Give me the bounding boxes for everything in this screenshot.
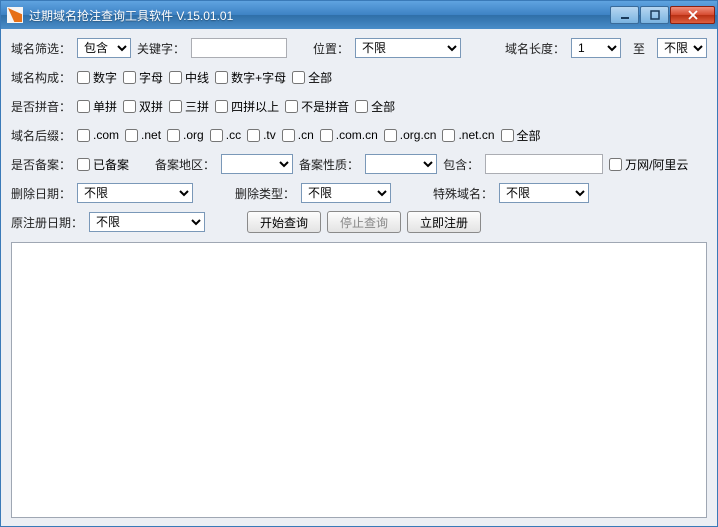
cb-beian[interactable]: 已备案 bbox=[77, 156, 129, 173]
orig-reg-select[interactable]: 不限 bbox=[89, 212, 205, 232]
cb-pin4plus[interactable]: 四拼以上 bbox=[215, 98, 279, 115]
start-button[interactable]: 开始查询 bbox=[247, 211, 321, 233]
region-select[interactable] bbox=[221, 154, 293, 174]
cb-letters[interactable]: 字母 bbox=[123, 69, 163, 86]
position-select[interactable]: 不限 bbox=[355, 38, 461, 58]
cb-net[interactable]: .net bbox=[125, 128, 161, 142]
cb-cn[interactable]: .cn bbox=[282, 128, 314, 142]
cb-hyphen[interactable]: 中线 bbox=[169, 69, 209, 86]
delete-date-select[interactable]: 不限 bbox=[77, 183, 193, 203]
cb-tv[interactable]: .tv bbox=[247, 128, 276, 142]
contain-label: 包含： bbox=[443, 156, 479, 173]
cb-pin1[interactable]: 单拼 bbox=[77, 98, 117, 115]
filter-label: 域名筛选： bbox=[11, 40, 71, 57]
cb-pin-all[interactable]: 全部 bbox=[355, 98, 395, 115]
delete-type-label: 删除类型： bbox=[235, 185, 295, 202]
nature-select[interactable] bbox=[365, 154, 437, 174]
length-to-select[interactable]: 不限 bbox=[657, 38, 707, 58]
cb-com[interactable]: .com bbox=[77, 128, 119, 142]
composition-label: 域名构成： bbox=[11, 69, 71, 86]
delete-type-select[interactable]: 不限 bbox=[301, 183, 391, 203]
cb-notpinyin[interactable]: 不是拼音 bbox=[285, 98, 349, 115]
results-area bbox=[11, 242, 707, 518]
length-label: 域名长度： bbox=[505, 40, 565, 57]
region-label: 备案地区： bbox=[155, 156, 215, 173]
cb-pin2[interactable]: 双拼 bbox=[123, 98, 163, 115]
to-label: 至 bbox=[627, 40, 651, 57]
delete-date-label: 删除日期： bbox=[11, 185, 71, 202]
cb-orgcn[interactable]: .org.cn bbox=[384, 128, 437, 142]
special-select[interactable]: 不限 bbox=[499, 183, 589, 203]
keyword-label: 关键字： bbox=[137, 40, 185, 57]
stop-button[interactable]: 停止查询 bbox=[327, 211, 401, 233]
cb-comp-all[interactable]: 全部 bbox=[292, 69, 332, 86]
length-from-select[interactable]: 1 bbox=[571, 38, 621, 58]
pinyin-label: 是否拼音： bbox=[11, 98, 71, 115]
cb-digits[interactable]: 数字 bbox=[77, 69, 117, 86]
cb-suffix-all[interactable]: 全部 bbox=[501, 127, 541, 144]
orig-reg-label: 原注册日期： bbox=[11, 214, 83, 231]
cb-digits-letters[interactable]: 数字+字母 bbox=[215, 69, 286, 86]
cb-wanwang[interactable]: 万网/阿里云 bbox=[609, 156, 688, 173]
cb-comcn[interactable]: .com.cn bbox=[320, 128, 378, 142]
cb-netcn[interactable]: .net.cn bbox=[442, 128, 494, 142]
special-label: 特殊域名： bbox=[433, 185, 493, 202]
app-icon bbox=[7, 7, 23, 23]
cb-pin3[interactable]: 三拼 bbox=[169, 98, 209, 115]
keyword-input[interactable] bbox=[191, 38, 287, 58]
beian-label: 是否备案： bbox=[11, 156, 71, 173]
position-label: 位置： bbox=[313, 40, 349, 57]
contain-select[interactable]: 包含 bbox=[77, 38, 131, 58]
nature-label: 备案性质： bbox=[299, 156, 359, 173]
maximize-button[interactable] bbox=[640, 6, 669, 24]
window-title: 过期域名抢注查询工具软件 V.15.01.01 bbox=[29, 7, 610, 24]
register-button[interactable]: 立即注册 bbox=[407, 211, 481, 233]
close-button[interactable] bbox=[670, 6, 715, 24]
minimize-button[interactable] bbox=[610, 6, 639, 24]
suffix-label: 域名后缀： bbox=[11, 127, 71, 144]
cb-org[interactable]: .org bbox=[167, 128, 204, 142]
titlebar: 过期域名抢注查询工具软件 V.15.01.01 bbox=[1, 1, 717, 29]
beian-contain-input[interactable] bbox=[485, 154, 603, 174]
cb-cc[interactable]: .cc bbox=[210, 128, 241, 142]
